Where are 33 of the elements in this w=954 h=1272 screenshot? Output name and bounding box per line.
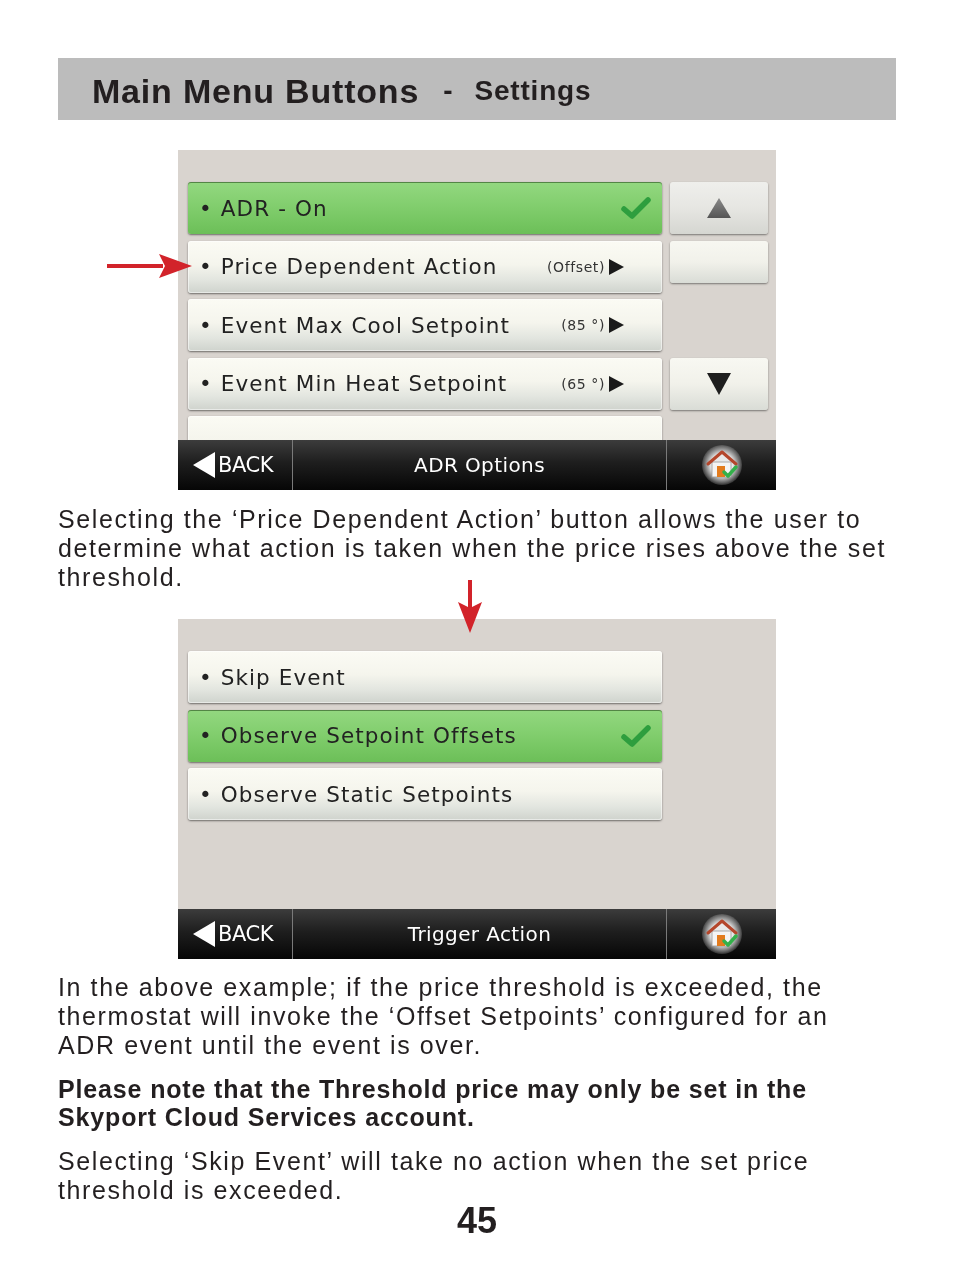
scroll-down-button[interactable]: [670, 357, 768, 410]
home-icon: [701, 914, 742, 954]
note-paragraph: Please note that the Threshold price may only be set in the Skyport Cloud Services account.: [58, 1075, 808, 1131]
menu-option[interactable]: • Event Max Cool Setpoint (85 °): [188, 299, 662, 351]
up-triangle-icon: [707, 198, 731, 218]
home-icon: [701, 445, 742, 485]
screen-title: ADR Options: [292, 440, 667, 490]
menu-option[interactable]: • Skip Event: [188, 651, 662, 703]
back-button[interactable]: BACK: [178, 440, 292, 490]
menu-option[interactable]: • Event Min Heat Setpoint (65 °): [188, 357, 662, 410]
page-number: 45: [456, 1205, 497, 1237]
down-triangle-icon: [707, 372, 731, 395]
right-triangle-icon: [609, 258, 624, 275]
menu-option[interactable]: • ADR - On: [188, 182, 662, 234]
checkmark-icon: [620, 195, 652, 221]
screen-title: Trigger Action: [292, 909, 667, 959]
body-paragraph: Selecting the ‘Price Dependent Action’ button allows the user to determine what action is taken when the price rises above the set threshold.: [58, 505, 887, 592]
back-arrow-icon: [193, 452, 216, 478]
body-paragraph: Selecting ‘Skip Event’ will take no action when the set price threshold is exceeded.: [58, 1147, 811, 1205]
checkmark-icon: [620, 722, 652, 749]
scroll-up-button[interactable]: [670, 182, 768, 234]
right-triangle-icon: [609, 375, 624, 392]
right-triangle-icon: [609, 317, 624, 333]
pointer-arrow: [458, 580, 482, 633]
body-paragraph: In the above example; if the price threshold is exceeded, the thermostat will invoke the ‘Offset Setpoints’ configured for an ADR event until the event is over.: [58, 973, 830, 1060]
header-subtitle: Settings: [474, 75, 592, 107]
menu-option[interactable]: • Observe Setpoint Offsets: [188, 709, 662, 762]
header-separator: -: [443, 75, 453, 107]
header-title: Main Menu Buttons: [92, 71, 420, 111]
back-arrow-icon: [193, 921, 216, 947]
menu-option[interactable]: • Price Dependent Action (Offset): [188, 240, 662, 293]
menu-option[interactable]: • Observe Static Setpoints: [188, 768, 662, 820]
back-button[interactable]: BACK: [178, 909, 292, 959]
